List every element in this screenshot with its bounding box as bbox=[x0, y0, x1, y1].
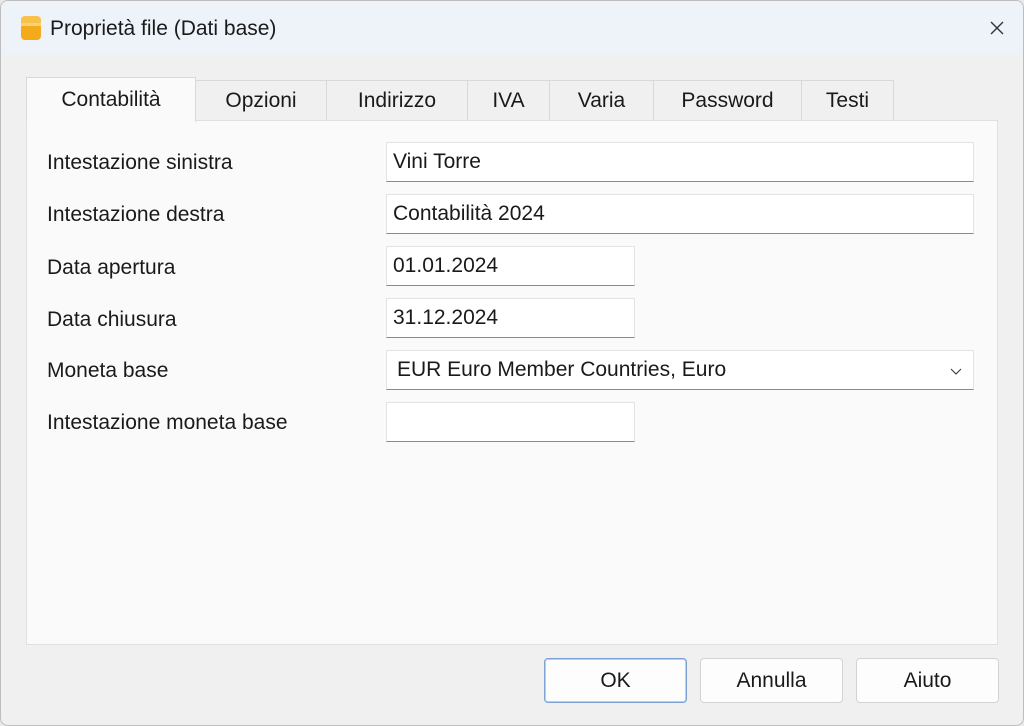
close-button[interactable] bbox=[971, 1, 1023, 55]
base-currency-label: Moneta base bbox=[47, 359, 169, 382]
tab-testi[interactable]: Testi bbox=[801, 80, 894, 121]
left-header-label: Intestazione sinistra bbox=[47, 151, 233, 174]
tab-contabilita[interactable]: Contabilità bbox=[26, 77, 196, 122]
close-icon bbox=[990, 21, 1004, 35]
open-date-label: Data apertura bbox=[47, 256, 176, 279]
help-button[interactable]: Aiuto bbox=[856, 658, 999, 703]
tab-opzioni[interactable]: Opzioni bbox=[195, 80, 327, 121]
folder-stack-icon bbox=[20, 15, 42, 41]
close-date-input[interactable]: 31.12.2024 bbox=[386, 298, 635, 338]
tab-password[interactable]: Password bbox=[653, 80, 802, 121]
window-title: Proprietà file (Dati base) bbox=[50, 17, 277, 40]
open-date-input[interactable]: 01.01.2024 bbox=[386, 246, 635, 286]
left-header-input[interactable]: Vini Torre bbox=[386, 142, 974, 182]
chevron-down-icon bbox=[950, 368, 962, 375]
right-header-input[interactable]: Contabilità 2024 bbox=[386, 194, 974, 234]
base-currency-header-label: Intestazione moneta base bbox=[47, 411, 288, 434]
ok-button[interactable]: OK bbox=[544, 658, 687, 703]
right-header-label: Intestazione destra bbox=[47, 203, 225, 226]
title-bar: Proprietà file (Dati base) bbox=[1, 1, 1023, 55]
dialog-window: Proprietà file (Dati base) Contabilità O… bbox=[0, 0, 1024, 726]
tab-iva[interactable]: IVA bbox=[467, 80, 550, 121]
close-date-label: Data chiusura bbox=[47, 308, 177, 331]
cancel-button[interactable]: Annulla bbox=[700, 658, 843, 703]
tab-varia[interactable]: Varia bbox=[549, 80, 654, 121]
base-currency-header-input[interactable] bbox=[386, 402, 635, 442]
base-currency-select[interactable]: EUR Euro Member Countries, Euro bbox=[386, 350, 974, 390]
tab-indirizzo[interactable]: Indirizzo bbox=[326, 80, 468, 121]
